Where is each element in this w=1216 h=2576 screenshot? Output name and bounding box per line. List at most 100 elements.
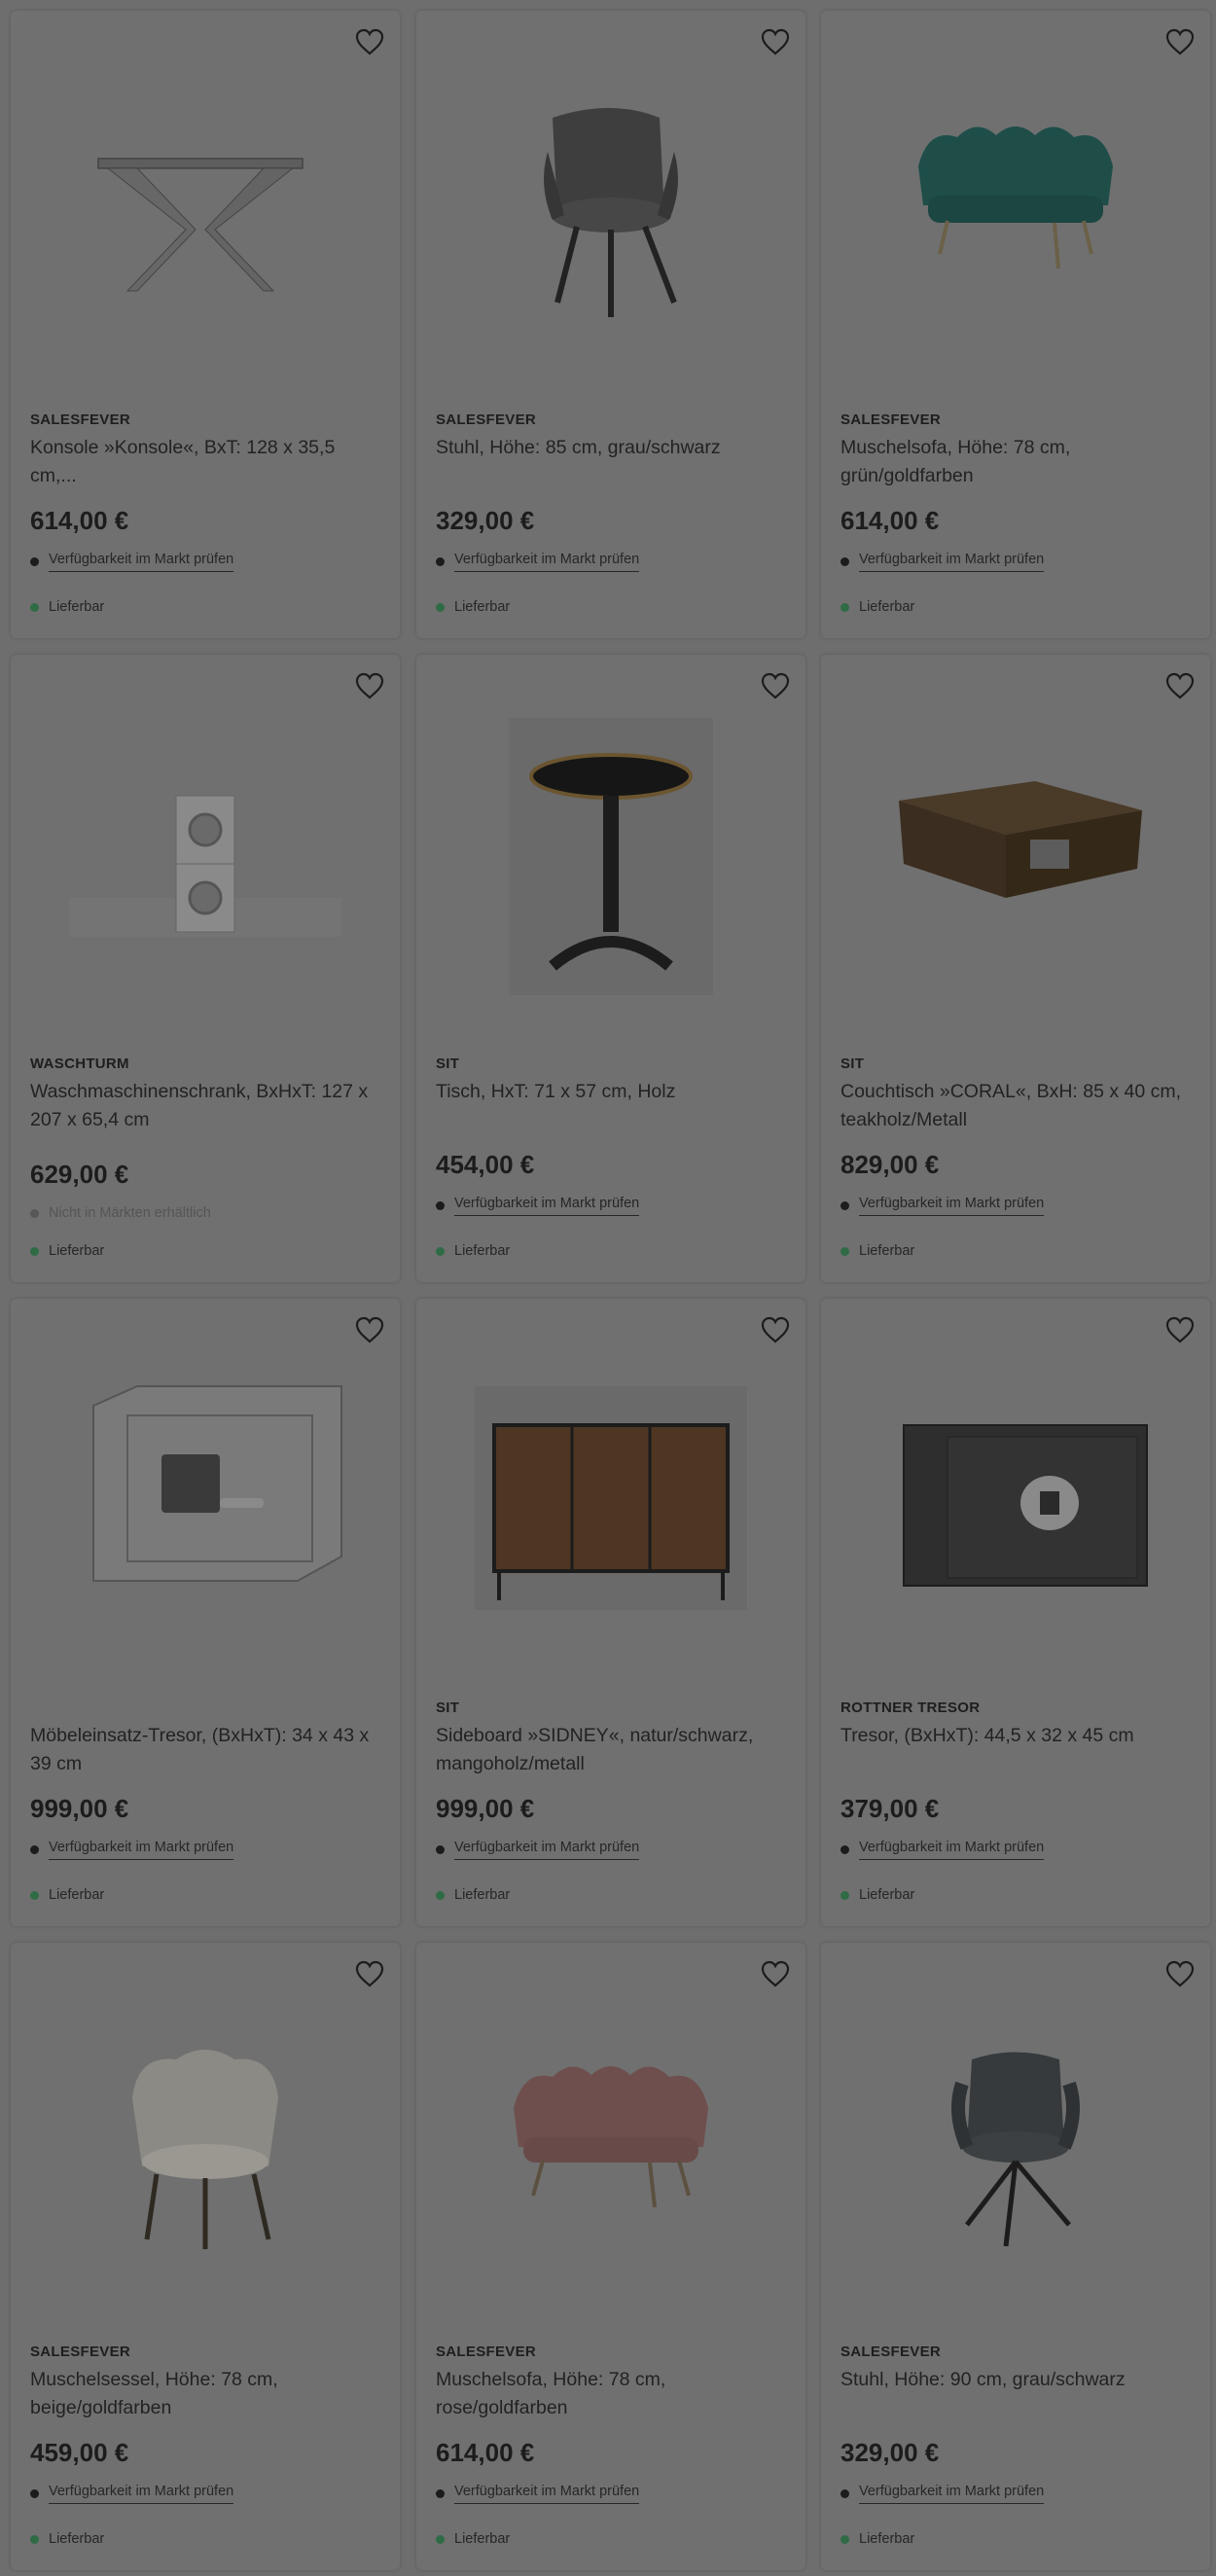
- availability-dot-icon: [840, 2489, 849, 2498]
- product-brand: ROTTNER TRESOR: [840, 1699, 981, 1716]
- delivery-status: Lieferbar: [30, 1887, 104, 1903]
- check-availability-link[interactable]: Verfügbarkeit im Markt prüfen: [454, 2484, 640, 2504]
- product-brand: SALESFEVER: [840, 2343, 942, 2360]
- product-title[interactable]: Möbeleinsatz-Tresor, (BxHxT): 34 x 43 x …: [30, 1722, 380, 1778]
- product-title[interactable]: Tresor, (BxHxT): 44,5 x 32 x 45 cm: [840, 1722, 1191, 1750]
- product-brand: SALESFEVER: [436, 2343, 537, 2360]
- availability-dot-icon: [436, 1201, 445, 1210]
- check-availability-link[interactable]: Verfügbarkeit im Markt prüfen: [454, 1840, 640, 1860]
- product-card[interactable]: WASCHTURM Waschmaschinenschrank, BxHxT: …: [11, 655, 400, 1282]
- product-brand: SALESFEVER: [840, 411, 942, 428]
- product-title[interactable]: Konsole »Konsole«, BxT: 128 x 35,5 cm,..…: [30, 434, 380, 490]
- delivery-label: Lieferbar: [859, 1243, 915, 1259]
- availability-row: Verfügbarkeit im Markt prüfen: [840, 552, 1045, 572]
- bistro-table-icon[interactable]: [436, 694, 786, 1005]
- product-brand: WASCHTURM: [30, 1055, 129, 1072]
- delivery-label: Lieferbar: [49, 1887, 105, 1903]
- availability-text: Nicht in Märkten erhältlich: [49, 1205, 211, 1221]
- delivery-status: Lieferbar: [436, 2531, 510, 2547]
- product-price: 614,00 €: [436, 2438, 535, 2467]
- availability-row: Nicht in Märkten erhältlich: [30, 1205, 211, 1221]
- product-card[interactable]: SIT Couchtisch »CORAL«, BxH: 85 x 40 cm,…: [821, 655, 1210, 1282]
- delivery-label: Lieferbar: [49, 1243, 105, 1259]
- check-availability-link[interactable]: Verfügbarkeit im Markt prüfen: [859, 1840, 1045, 1860]
- coffee-table-icon[interactable]: [840, 694, 1191, 1005]
- product-title[interactable]: Muschelsofa, Höhe: 78 cm, grün/goldfarbe…: [840, 434, 1191, 490]
- product-price: 829,00 €: [840, 1150, 940, 1179]
- availability-row: Verfügbarkeit im Markt prüfen: [840, 1196, 1045, 1216]
- product-card[interactable]: SALESFEVER Konsole »Konsole«, BxT: 128 x…: [11, 11, 400, 638]
- swivel-chair-icon[interactable]: [840, 1982, 1191, 2293]
- armchair-icon[interactable]: [436, 50, 786, 361]
- product-card[interactable]: SALESFEVER Muschelsofa, Höhe: 78 cm, grü…: [821, 11, 1210, 638]
- product-card[interactable]: SIT Tisch, HxT: 71 x 57 cm, Holz 454,00 …: [416, 655, 805, 1282]
- shell-chair-icon[interactable]: [30, 1982, 380, 2293]
- product-title[interactable]: Couchtisch »CORAL«, BxH: 85 x 40 cm, tea…: [840, 1078, 1191, 1134]
- availability-row: Verfügbarkeit im Markt prüfen: [436, 1840, 640, 1860]
- check-availability-link[interactable]: Verfügbarkeit im Markt prüfen: [454, 1196, 640, 1216]
- check-availability-link[interactable]: Verfügbarkeit im Markt prüfen: [859, 2484, 1045, 2504]
- delivery-dot-icon: [436, 1246, 445, 1256]
- delivery-dot-icon: [436, 1890, 445, 1900]
- delivery-status: Lieferbar: [436, 599, 510, 615]
- product-title[interactable]: Tisch, HxT: 71 x 57 cm, Holz: [436, 1078, 786, 1106]
- availability-row: Verfügbarkeit im Markt prüfen: [840, 2484, 1045, 2504]
- product-brand: SALESFEVER: [436, 411, 537, 428]
- product-card[interactable]: SIT Sideboard »SIDNEY«, natur/schwarz, m…: [416, 1299, 805, 1926]
- product-title[interactable]: Muschelsofa, Höhe: 78 cm, rose/goldfarbe…: [436, 2366, 786, 2422]
- product-title[interactable]: Muschelsessel, Höhe: 78 cm, beige/goldfa…: [30, 2366, 380, 2422]
- safe-light-icon[interactable]: [30, 1338, 380, 1649]
- product-price: 379,00 €: [840, 1794, 940, 1823]
- product-title[interactable]: Waschmaschinenschrank, BxHxT: 127 x 207 …: [30, 1078, 380, 1134]
- availability-row: Verfügbarkeit im Markt prüfen: [436, 2484, 640, 2504]
- product-card[interactable]: SALESFEVER Stuhl, Höhe: 90 cm, grau/schw…: [821, 1943, 1210, 2570]
- product-card[interactable]: SALESFEVER Stuhl, Höhe: 85 cm, grau/schw…: [416, 11, 805, 638]
- check-availability-link[interactable]: Verfügbarkeit im Markt prüfen: [859, 1196, 1045, 1216]
- washer-tower-icon[interactable]: [30, 694, 380, 1005]
- availability-dot-icon: [436, 1845, 445, 1854]
- availability-row: Verfügbarkeit im Markt prüfen: [436, 552, 640, 572]
- sideboard-icon[interactable]: [436, 1338, 786, 1649]
- product-card[interactable]: SALESFEVER Muschelsessel, Höhe: 78 cm, b…: [11, 1943, 400, 2570]
- check-availability-link[interactable]: Verfügbarkeit im Markt prüfen: [49, 1840, 234, 1860]
- product-brand: SALESFEVER: [30, 2343, 131, 2360]
- console-table-icon[interactable]: [30, 50, 380, 361]
- availability-row: Verfügbarkeit im Markt prüfen: [30, 2484, 234, 2504]
- product-price: 329,00 €: [436, 506, 535, 535]
- delivery-dot-icon: [436, 602, 445, 612]
- delivery-dot-icon: [30, 602, 39, 612]
- delivery-dot-icon: [840, 1890, 849, 1900]
- availability-dot-icon: [840, 557, 849, 566]
- delivery-label: Lieferbar: [454, 2531, 511, 2547]
- product-card[interactable]: ROTTNER TRESOR Tresor, (BxHxT): 44,5 x 3…: [821, 1299, 1210, 1926]
- product-price: 629,00 €: [30, 1160, 129, 1189]
- shell-sofa-rose-icon[interactable]: [436, 1982, 786, 2293]
- delivery-label: Lieferbar: [859, 1887, 915, 1903]
- delivery-status: Lieferbar: [30, 2531, 104, 2547]
- product-card[interactable]: SALESFEVER Muschelsofa, Höhe: 78 cm, ros…: [416, 1943, 805, 2570]
- product-title[interactable]: Stuhl, Höhe: 85 cm, grau/schwarz: [436, 434, 786, 462]
- delivery-dot-icon: [840, 602, 849, 612]
- product-price: 459,00 €: [30, 2438, 129, 2467]
- check-availability-link[interactable]: Verfügbarkeit im Markt prüfen: [49, 552, 234, 572]
- shell-sofa-icon[interactable]: [840, 50, 1191, 361]
- availability-dot-icon: [30, 1845, 39, 1854]
- product-title[interactable]: Sideboard »SIDNEY«, natur/schwarz, mango…: [436, 1722, 786, 1778]
- availability-row: Verfügbarkeit im Markt prüfen: [30, 552, 234, 572]
- product-price: 614,00 €: [840, 506, 940, 535]
- safe-dark-icon[interactable]: [840, 1338, 1191, 1649]
- check-availability-link[interactable]: Verfügbarkeit im Markt prüfen: [454, 552, 640, 572]
- delivery-status: Lieferbar: [436, 1887, 510, 1903]
- delivery-label: Lieferbar: [49, 2531, 105, 2547]
- availability-dot-icon: [30, 2489, 39, 2498]
- availability-dot-icon: [840, 1845, 849, 1854]
- product-title[interactable]: Stuhl, Höhe: 90 cm, grau/schwarz: [840, 2366, 1191, 2394]
- delivery-status: Lieferbar: [30, 1243, 104, 1259]
- check-availability-link[interactable]: Verfügbarkeit im Markt prüfen: [49, 2484, 234, 2504]
- check-availability-link[interactable]: Verfügbarkeit im Markt prüfen: [859, 552, 1045, 572]
- product-brand: SALESFEVER: [30, 411, 131, 428]
- product-price: 999,00 €: [436, 1794, 535, 1823]
- product-price: 329,00 €: [840, 2438, 940, 2467]
- product-card[interactable]: Möbeleinsatz-Tresor, (BxHxT): 34 x 43 x …: [11, 1299, 400, 1926]
- availability-row: Verfügbarkeit im Markt prüfen: [436, 1196, 640, 1216]
